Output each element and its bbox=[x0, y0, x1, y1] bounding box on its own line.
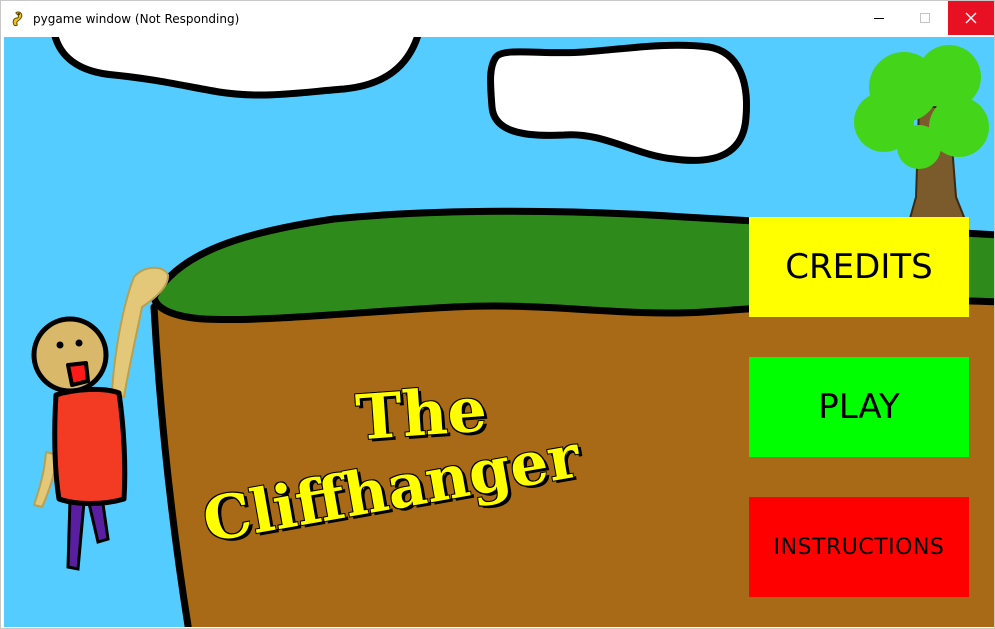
maximize-button[interactable] bbox=[902, 1, 948, 35]
character-body bbox=[52, 386, 128, 506]
character-eye-right bbox=[75, 339, 83, 347]
minimize-icon bbox=[873, 9, 885, 28]
window-title: pygame window (Not Responding) bbox=[33, 12, 240, 26]
minimize-button[interactable] bbox=[856, 1, 902, 35]
close-icon bbox=[965, 9, 977, 28]
close-button[interactable] bbox=[948, 1, 994, 35]
pygame-window: pygame window (Not Responding) The Cliff… bbox=[0, 0, 995, 629]
character-mouth bbox=[66, 361, 90, 387]
game-canvas[interactable]: The Cliffhanger CREDITS PLAY INSTRUCTION… bbox=[4, 37, 994, 627]
character-eye-left bbox=[56, 341, 64, 349]
instructions-button[interactable]: INSTRUCTIONS bbox=[749, 497, 969, 597]
maximize-icon bbox=[919, 9, 931, 28]
pygame-snake-icon bbox=[10, 11, 26, 27]
play-button[interactable]: PLAY bbox=[749, 357, 969, 457]
title-bar[interactable]: pygame window (Not Responding) bbox=[1, 1, 994, 37]
credits-button[interactable]: CREDITS bbox=[749, 217, 969, 317]
